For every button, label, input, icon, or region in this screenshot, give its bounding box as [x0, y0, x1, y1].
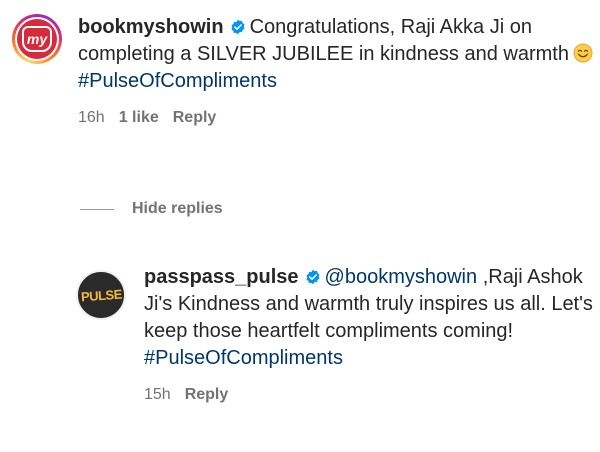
hashtag-link[interactable]: #PulseOfCompliments: [78, 70, 277, 92]
reply-meta: 15h Reply: [144, 386, 596, 404]
comment-meta: 16h 1 like Reply: [78, 109, 598, 127]
verified-badge-icon: [231, 19, 245, 35]
bookmyshow-logo: my: [17, 19, 57, 59]
smiling-face-emoji-icon: [573, 43, 593, 63]
comment-passpass-pulse: PULSE passpass_pulse @bookmyshowin ,Raji …: [76, 264, 596, 404]
pulse-logo-text: PULSE: [80, 286, 122, 304]
timestamp: 15h: [144, 386, 171, 403]
reply-button[interactable]: Reply: [173, 109, 217, 127]
reply-text-block: passpass_pulse @bookmyshowin ,Raji Ashok …: [144, 264, 596, 372]
comment-bookmyshowin: my bookmyshowin Congratulations, Raji Akk…: [12, 14, 598, 127]
hashtag-link[interactable]: #PulseOfCompliments: [144, 347, 343, 369]
likes-count[interactable]: 1 like: [119, 109, 159, 127]
hide-replies-label: Hide replies: [132, 200, 223, 217]
hide-replies-button[interactable]: Hide replies: [80, 200, 223, 218]
username-link[interactable]: bookmyshowin: [78, 16, 224, 38]
avatar-ring-inner: my: [15, 17, 59, 61]
divider-line: [80, 208, 114, 210]
reply-body: passpass_pulse @bookmyshowin ,Raji Ashok …: [144, 264, 596, 404]
bookmyshow-logo-text: my: [22, 26, 52, 52]
mention-link[interactable]: @bookmyshowin: [325, 266, 478, 288]
avatar-bookmyshowin[interactable]: my: [12, 14, 62, 64]
comment-text-block: bookmyshowin Congratulations, Raji Akka J…: [78, 14, 598, 95]
verified-badge-icon: [306, 269, 320, 285]
username-link[interactable]: passpass_pulse: [144, 266, 299, 288]
reply-button[interactable]: Reply: [185, 386, 229, 404]
avatar-passpass-pulse[interactable]: PULSE: [76, 270, 126, 320]
timestamp: 16h: [78, 109, 105, 126]
comment-body: bookmyshowin Congratulations, Raji Akka J…: [78, 14, 598, 127]
